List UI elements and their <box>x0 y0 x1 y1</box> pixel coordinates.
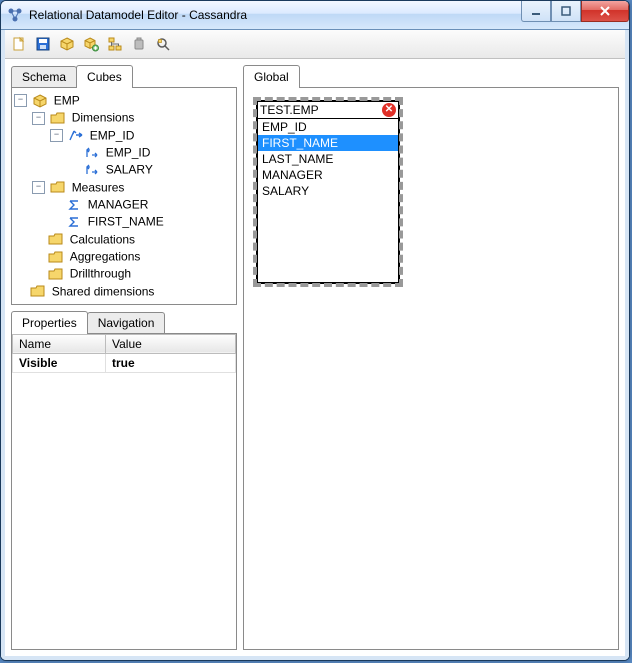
undo-node-icon[interactable] <box>129 34 149 54</box>
prop-name: Visible <box>13 353 106 372</box>
sigma-icon <box>66 215 82 229</box>
folder-icon <box>48 267 64 281</box>
titlebar[interactable]: Relational Datamodel Editor - Cassandra <box>1 1 629 30</box>
tab-properties[interactable]: Properties <box>11 311 88 334</box>
tree-node-calculations[interactable]: Calculations <box>70 232 135 246</box>
app-window: Relational Datamodel Editor - Cassandra … <box>0 0 630 661</box>
tab-global[interactable]: Global <box>243 65 300 88</box>
window-title: Relational Datamodel Editor - Cassandra <box>29 8 247 22</box>
global-table-title: TEST.EMP <box>260 103 319 117</box>
expand-toggle[interactable]: − <box>32 181 45 194</box>
left-tabstrip: Schema Cubes <box>11 65 237 88</box>
properties-container: Properties Navigation Name Value Visible… <box>11 311 237 650</box>
tab-schema[interactable]: Schema <box>11 66 77 87</box>
new-doc-icon[interactable] <box>9 34 29 54</box>
bottom-tabstrip: Properties Navigation <box>11 311 237 334</box>
tree-panel[interactable]: − EMP − Dimensions <box>11 88 237 305</box>
tree-node-drillthrough[interactable]: Drillthrough <box>70 267 131 281</box>
tree-node-empid-level[interactable]: EMP_ID <box>106 145 151 159</box>
properties-panel[interactable]: Name Value Visible true <box>11 334 237 650</box>
tab-cubes[interactable]: Cubes <box>76 65 133 88</box>
right-tabstrip: Global <box>243 65 619 88</box>
global-table-header[interactable]: TEST.EMP ✕ <box>258 102 398 119</box>
folder-icon <box>48 250 64 264</box>
folder-icon <box>30 284 46 298</box>
tree-node-salary-level[interactable]: SALARY <box>106 163 153 177</box>
folder-icon <box>48 232 64 246</box>
close-icon[interactable]: ✕ <box>382 103 396 117</box>
tab-navigation[interactable]: Navigation <box>87 312 166 333</box>
properties-col-name[interactable]: Name <box>13 334 106 353</box>
dimension-icon <box>68 128 84 142</box>
list-item[interactable]: FIRST_NAME <box>258 135 398 151</box>
prop-value: true <box>106 353 236 372</box>
window-buttons <box>521 1 629 21</box>
folder-icon <box>50 111 66 125</box>
list-item[interactable]: LAST_NAME <box>258 151 398 167</box>
global-field-list: EMP_ID FIRST_NAME LAST_NAME MANAGER SALA… <box>258 119 398 199</box>
folder-icon <box>50 180 66 194</box>
expand-toggle[interactable]: − <box>32 112 45 125</box>
toolbar <box>5 30 625 59</box>
content: Schema Cubes − EMP <box>5 59 625 656</box>
expand-toggle[interactable]: − <box>14 94 27 107</box>
tree-node-dimensions[interactable]: Dimensions <box>72 111 135 125</box>
maximize-button[interactable] <box>551 1 581 22</box>
cube-add-icon[interactable] <box>81 34 101 54</box>
tree-node-emp[interactable]: EMP <box>54 93 80 107</box>
tree-node-measures[interactable]: Measures <box>72 180 125 194</box>
global-table-box[interactable]: TEST.EMP ✕ EMP_ID FIRST_NAME LAST_NAME M… <box>256 100 400 284</box>
sigma-icon <box>66 198 82 212</box>
tree-node-manager-measure[interactable]: MANAGER <box>88 197 149 211</box>
global-panel[interactable]: TEST.EMP ✕ EMP_ID FIRST_NAME LAST_NAME M… <box>243 88 619 650</box>
zoom-icon[interactable] <box>153 34 173 54</box>
tree-node-aggregations[interactable]: Aggregations <box>70 249 141 263</box>
cube-icon <box>32 94 48 108</box>
app-icon <box>7 7 23 23</box>
client-area: Schema Cubes − EMP <box>1 30 629 660</box>
schema-cubes-container: Schema Cubes − EMP <box>11 65 237 305</box>
level-icon <box>84 146 100 160</box>
list-item[interactable]: SALARY <box>258 183 398 199</box>
schema-icon[interactable] <box>105 34 125 54</box>
cube-icon[interactable] <box>57 34 77 54</box>
list-item[interactable]: MANAGER <box>258 167 398 183</box>
minimize-button[interactable] <box>521 1 551 22</box>
properties-col-value[interactable]: Value <box>106 334 236 353</box>
left-pane: Schema Cubes − EMP <box>11 65 237 650</box>
table-row[interactable]: Visible true <box>13 353 236 372</box>
tree-node-empid-dim[interactable]: EMP_ID <box>90 128 135 142</box>
level-icon <box>84 163 100 177</box>
right-pane: Global TEST.EMP ✕ EMP_ID FIRST_NAME LAST… <box>243 65 619 650</box>
cube-tree[interactable]: − EMP − Dimensions <box>12 88 236 304</box>
tree-node-firstname-measure[interactable]: FIRST_NAME <box>88 215 164 229</box>
list-item[interactable]: EMP_ID <box>258 119 398 135</box>
expand-toggle[interactable]: − <box>50 129 63 142</box>
save-icon[interactable] <box>33 34 53 54</box>
properties-table: Name Value Visible true <box>12 334 236 373</box>
tree-node-shared-dimensions[interactable]: Shared dimensions <box>52 284 155 298</box>
close-button[interactable] <box>581 1 629 22</box>
